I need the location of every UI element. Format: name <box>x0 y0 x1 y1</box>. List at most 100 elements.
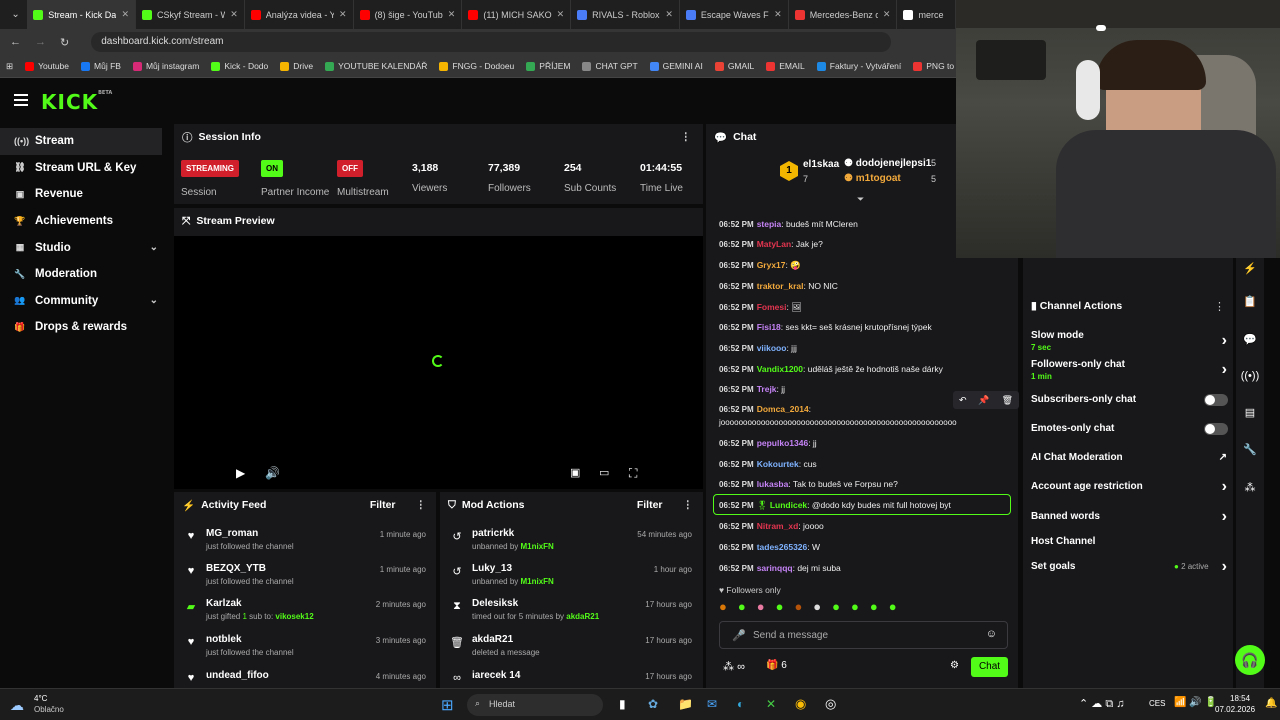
bookmark-item[interactable]: Můj instagram <box>132 61 199 71</box>
bookmark-item[interactable]: Faktury - Vytváření <box>816 61 901 71</box>
taskbar-search[interactable]: ⌕ Hledat <box>467 694 603 716</box>
stream-preview-video[interactable]: ▶ 🔊 ▣ ▭ ⛶ <box>174 236 703 489</box>
emote-icon[interactable]: ● <box>757 599 765 617</box>
chat-username[interactable]: Trejk <box>757 384 777 394</box>
mod-action-moderator[interactable]: M1nixFN <box>521 542 554 551</box>
chat-username[interactable]: tades265326 <box>757 542 808 552</box>
emote-icon[interactable]: ● <box>794 599 802 617</box>
emote-icon[interactable]: ● <box>738 599 746 617</box>
play-icon[interactable]: ▶ <box>236 466 245 480</box>
chat-input[interactable]: 🎤 Send a message ☺ <box>719 621 1008 649</box>
miniplayer-icon[interactable]: ▣ <box>570 466 580 479</box>
chevron-right-icon[interactable]: › <box>1222 558 1227 576</box>
reply-icon[interactable]: ↶ <box>959 395 967 406</box>
channel-actions-more-icon[interactable]: ⋮ <box>1214 300 1225 313</box>
chat-username[interactable]: Domca_2014 <box>757 404 809 414</box>
chat-username[interactable]: traktor_kral <box>757 281 804 291</box>
mod-more-icon[interactable]: ⋮ <box>683 499 694 511</box>
browser-tab[interactable]: merce <box>897 0 956 29</box>
mod-action-target[interactable]: akdaR21 <box>472 634 540 645</box>
more-icon[interactable]: ⋮ <box>681 131 692 143</box>
chat-username[interactable]: pepulko1346 <box>757 438 809 448</box>
pin-icon[interactable]: 📌 <box>978 395 989 406</box>
bookmark-item[interactable]: FNGG - Dodoeu <box>439 61 514 71</box>
capcut-icon[interactable]: ◎ <box>825 696 836 712</box>
rail-screen-icon[interactable]: ▤ <box>1240 406 1260 419</box>
bookmark-item[interactable]: Můj FB <box>81 61 121 71</box>
emote-icon[interactable]: ● <box>870 599 878 617</box>
external-link-icon[interactable]: ↗ <box>1219 452 1227 463</box>
rail-community-icon[interactable]: ⁂ <box>1240 481 1260 494</box>
chevron-down-icon[interactable]: ⌄ <box>150 242 158 253</box>
chevron-right-icon[interactable]: › <box>1222 361 1227 379</box>
browser-tab[interactable]: Escape Waves For ✕ <box>680 0 789 29</box>
excel-icon[interactable]: ✕ <box>766 697 776 711</box>
channel-action-set-goals[interactable]: Set goals › ● 2 active <box>1031 558 1227 575</box>
sidebar-item-moderation[interactable]: 🔧 Moderation <box>0 261 170 288</box>
start-icon[interactable]: ⊞ <box>441 696 454 714</box>
sidebar-item-stream[interactable]: ⛓ Stream URL & Key <box>0 155 170 182</box>
browser-tab[interactable]: (11) MICH SAKO č ✕ <box>462 0 572 29</box>
points-icon[interactable]: ⁂ ∞ <box>723 660 745 673</box>
chevron-right-icon[interactable]: › <box>1222 332 1227 350</box>
mod-action-target[interactable]: iarecek 14 <box>472 670 520 681</box>
sidebar-item-drops[interactable]: 🎁 Drops & rewards <box>0 314 170 341</box>
copilot-icon[interactable]: ✿ <box>648 697 658 711</box>
chevron-right-icon[interactable]: › <box>1222 508 1227 526</box>
url-field[interactable]: dashboard.kick.com/stream <box>91 32 892 52</box>
rail-bolt-icon[interactable]: ⚡ <box>1240 262 1260 275</box>
tab-close-icon[interactable]: ✕ <box>339 9 347 20</box>
activity-more-icon[interactable]: ⋮ <box>416 499 427 511</box>
tab-close-icon[interactable]: ✕ <box>774 9 782 20</box>
bookmark-item[interactable]: GMAIL <box>714 61 754 71</box>
chat-username[interactable]: Fisi18 <box>757 322 781 332</box>
sidebar-item-stream[interactable]: ((•)) Stream <box>0 128 162 155</box>
mic-icon[interactable]: 🎤 <box>732 629 746 642</box>
rail-clipboard-icon[interactable]: 📋 <box>1240 295 1260 308</box>
browser-tab[interactable]: (8) šige - YouTub ✕ <box>354 0 463 29</box>
mod-action-target[interactable]: patricrkk <box>472 528 554 539</box>
browser-tab[interactable]: Mercedes-Benz c/ ✕ <box>789 0 898 29</box>
bookmark-item[interactable]: CHAT GPT <box>582 61 638 71</box>
mod-action-target[interactable]: Delesiksk <box>472 598 599 609</box>
kick-logo[interactable]: KICKBETA <box>41 90 112 114</box>
tab-close-icon[interactable]: ✕ <box>883 9 891 20</box>
chat-settings-icon[interactable]: ⚙ <box>950 660 959 671</box>
channel-action-emotes-only-chat[interactable]: Emotes-only chat <box>1031 423 1227 434</box>
channel-action-ai-chat-moderation[interactable]: AI Chat Moderation ↗ <box>1031 452 1227 463</box>
chat-username[interactable]: Gryx17 <box>757 260 786 270</box>
support-chat-icon[interactable]: 🎧 <box>1235 645 1265 675</box>
bookmark-item[interactable]: YOUTUBE KALENDÁŘ <box>325 61 427 71</box>
tab-close-icon[interactable]: ✕ <box>230 9 238 20</box>
channel-action-followers-only-chat[interactable]: Followers-only chat 1 min › <box>1031 359 1227 381</box>
tab-close-icon[interactable]: ✕ <box>557 9 565 20</box>
activity-username[interactable]: Karlzak <box>206 598 314 609</box>
leader-1-name[interactable]: el1skaa <box>803 159 839 170</box>
send-chat-button[interactable]: Chat <box>971 657 1008 677</box>
tab-close-icon[interactable]: ✕ <box>665 9 673 20</box>
tab-search-icon[interactable]: ⌄ <box>4 4 27 26</box>
mod-filter-button[interactable]: Filter <box>637 499 663 511</box>
reload-icon[interactable]: ↻ <box>60 36 69 49</box>
collapse-icon[interactable]: ⏷ <box>857 194 864 205</box>
weather-icon[interactable]: ☁ <box>10 697 24 714</box>
chat-username[interactable]: lukasba <box>757 479 789 489</box>
gift-recipient[interactable]: vikosek12 <box>275 612 313 621</box>
chat-username[interactable]: sarinqqq <box>757 563 793 573</box>
taskview-icon[interactable]: ▮ <box>619 697 626 711</box>
back-icon[interactable]: ← <box>10 36 21 48</box>
edge-icon[interactable]: ◐ <box>737 697 744 711</box>
explorer-icon[interactable]: 📁 <box>678 697 693 711</box>
gift-icon[interactable]: 🎁 6 <box>766 660 787 671</box>
chat-username[interactable]: viikooo <box>757 343 787 353</box>
emote-icon[interactable]: ● <box>719 599 727 617</box>
chat-username[interactable]: Fomesi <box>757 302 787 312</box>
browser-tab[interactable]: Analýza videa - Yo ✕ <box>245 0 354 29</box>
sidebar-item-revenue[interactable]: ▣ Revenue <box>0 181 170 208</box>
browser-tab[interactable]: Stream - Kick Das ✕ <box>27 0 136 29</box>
bookmark-item[interactable]: PŘÍJEM <box>526 61 570 71</box>
channel-action-slow-mode[interactable]: Slow mode 7 sec › <box>1031 330 1227 352</box>
sidebar-item-studio[interactable]: ▦ Studio ⌄ <box>0 234 170 261</box>
outlook-icon[interactable]: ✉ <box>707 697 717 711</box>
chat-username[interactable]: Nitram_xd <box>757 521 799 531</box>
